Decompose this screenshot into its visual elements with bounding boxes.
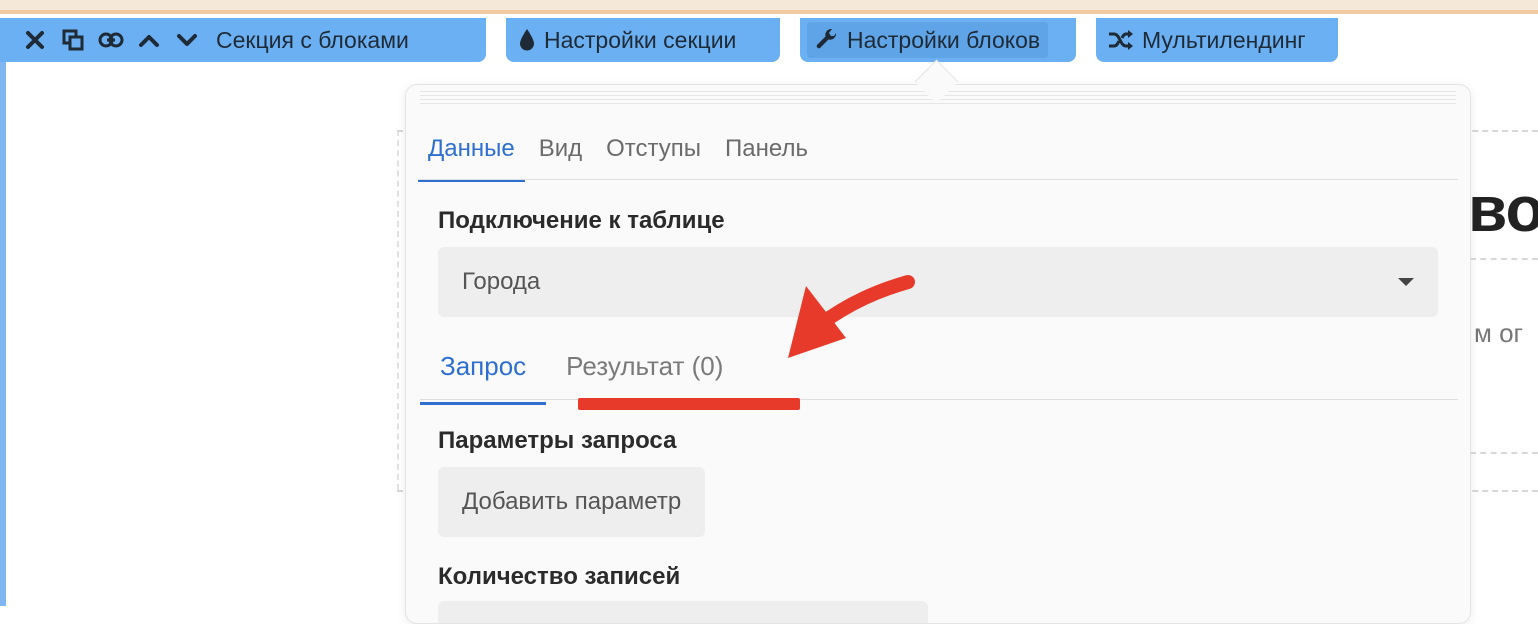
caret-down-icon (1398, 278, 1414, 286)
subtabs-divider (420, 399, 1458, 400)
add-param-button[interactable]: Добавить параметр (438, 467, 706, 537)
tab-section-settings-label: Настройки секции (544, 26, 737, 53)
subtab-query[interactable]: Запрос (420, 347, 547, 405)
wrench-icon (816, 28, 837, 49)
chevron-up-icon[interactable] (130, 18, 168, 62)
block-settings-panel: Данные Вид Отступы Панель Подключение к … (405, 84, 1471, 624)
section-left-border (0, 18, 6, 606)
subtab-result[interactable]: Результат (0) (546, 347, 743, 405)
tab-block-settings[interactable]: Настройки блоков (800, 18, 1076, 62)
table-select-value: Города (462, 268, 541, 295)
table-select[interactable]: Города (438, 247, 1438, 317)
page-text-fragment: м ог (1474, 318, 1524, 348)
copy-icon[interactable] (54, 18, 92, 62)
tab-data[interactable]: Данные (418, 125, 525, 182)
table-connection-label: Подключение к таблице (438, 207, 725, 234)
section-title: Секция с блоками (216, 26, 409, 53)
block-outline (1470, 452, 1538, 454)
tab-view[interactable]: Вид (529, 125, 592, 182)
records-count-label: Количество записей (438, 563, 681, 590)
annotation-underline (578, 398, 800, 410)
top-strip (0, 0, 1538, 14)
chevron-down-icon[interactable] (168, 18, 206, 62)
link-icon[interactable] (92, 18, 130, 62)
query-subtabs: Запрос Результат (0) (420, 347, 743, 405)
page-heading-fragment: во (1468, 173, 1538, 245)
records-count-input[interactable] (438, 601, 928, 623)
tabs-divider (418, 179, 1458, 180)
section-toolbar: Секция с блоками (0, 18, 486, 62)
tab-block-settings-label: Настройки блоков (847, 26, 1041, 53)
query-params-label: Параметры запроса (438, 427, 677, 454)
tab-panel[interactable]: Панель (715, 125, 818, 182)
block-outline (397, 130, 399, 490)
block-outline (1470, 258, 1538, 260)
drop-icon (520, 29, 534, 51)
panel-tabs: Данные Вид Отступы Панель (418, 125, 822, 182)
tab-multilanding[interactable]: Мультилендинг (1096, 18, 1338, 62)
tab-section-settings[interactable]: Настройки секции (506, 18, 780, 62)
shuffle-icon (1109, 30, 1133, 50)
close-icon[interactable] (16, 18, 54, 62)
tab-margins[interactable]: Отступы (596, 125, 711, 182)
tab-multilanding-label: Мультилендинг (1142, 26, 1306, 53)
